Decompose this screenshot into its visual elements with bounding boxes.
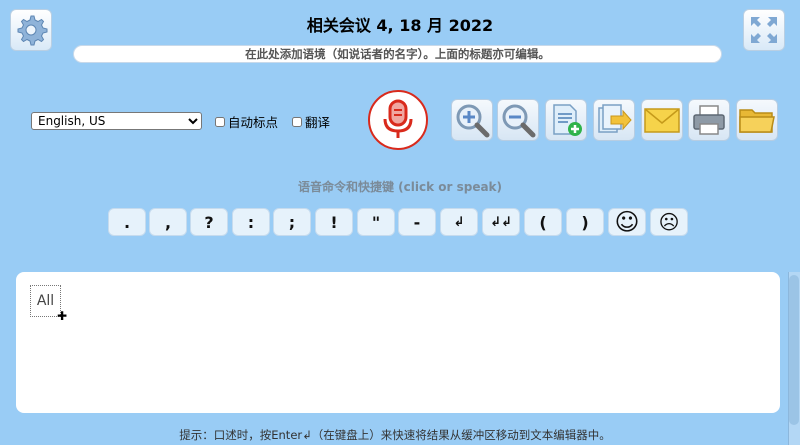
export-button[interactable] <box>593 99 635 141</box>
command-open-paren-button[interactable]: ( <box>524 208 562 236</box>
export-icon <box>598 104 632 133</box>
translate-label: 翻译 <box>305 115 331 130</box>
command-newline-button[interactable]: ↲ <box>440 208 478 236</box>
command-close-paren-button[interactable]: ) <box>566 208 604 236</box>
translate-checkbox[interactable] <box>292 116 302 127</box>
open-folder-button[interactable] <box>736 99 778 141</box>
command-colon-button[interactable]: : <box>232 208 270 236</box>
auto-punctuation-toggle[interactable]: 自动标点 <box>215 112 278 131</box>
command-question-button[interactable]: ? <box>190 208 228 236</box>
microphone-button[interactable] <box>368 90 428 150</box>
context-input[interactable]: 在此处添加语境（如说话者的名字）。上面的标题亦可编辑。 <box>73 45 722 63</box>
command-frown-button[interactable]: ☹ <box>650 208 688 236</box>
command-new-paragraph-button[interactable]: ↲↲ <box>482 208 520 236</box>
scrollbar-thumb[interactable] <box>789 275 799 425</box>
gear-icon <box>17 15 48 46</box>
command-period-button[interactable]: . <box>108 208 146 236</box>
zoom-in-button[interactable] <box>451 99 493 141</box>
cursor-marker: ✚ <box>57 309 68 323</box>
text-editor[interactable] <box>16 272 780 413</box>
zoom-out-button[interactable] <box>497 99 539 141</box>
print-icon <box>693 105 725 135</box>
commands-label: 语音命令和快捷键 (click or speak) <box>297 180 503 194</box>
command-exclamation-button[interactable]: ! <box>315 208 353 236</box>
new-document-icon <box>553 104 582 136</box>
fullscreen-icon <box>751 17 777 43</box>
command-comma-button[interactable]: , <box>149 208 187 236</box>
command-semicolon-button[interactable]: ; <box>273 208 311 236</box>
command-smiley-button[interactable]: ☺ <box>608 208 646 236</box>
print-button[interactable] <box>688 99 730 141</box>
settings-button[interactable] <box>10 9 52 51</box>
footer-tip: 提示：口述时，按Enter↲（在键盘上）来快速将结果从缓冲区移动到文本编辑器中。 <box>179 428 611 442</box>
zoom-in-icon <box>456 104 490 138</box>
fullscreen-button[interactable] <box>743 9 785 51</box>
microphone-icon <box>383 99 413 138</box>
translate-toggle[interactable]: 翻译 <box>292 112 330 131</box>
email-icon <box>644 108 680 133</box>
folder-icon <box>739 109 775 133</box>
zoom-out-icon <box>502 104 536 138</box>
page-title[interactable]: 相关会议 4, 18 月 2022 <box>150 12 650 36</box>
language-select[interactable]: English, US <box>31 112 202 130</box>
new-document-button[interactable] <box>545 99 587 141</box>
auto-punctuation-label: 自动标点 <box>228 115 279 130</box>
auto-punctuation-checkbox[interactable] <box>215 116 225 127</box>
email-button[interactable] <box>641 99 683 141</box>
command-quote-button[interactable]: " <box>357 208 395 236</box>
command-dash-button[interactable]: - <box>398 208 436 236</box>
